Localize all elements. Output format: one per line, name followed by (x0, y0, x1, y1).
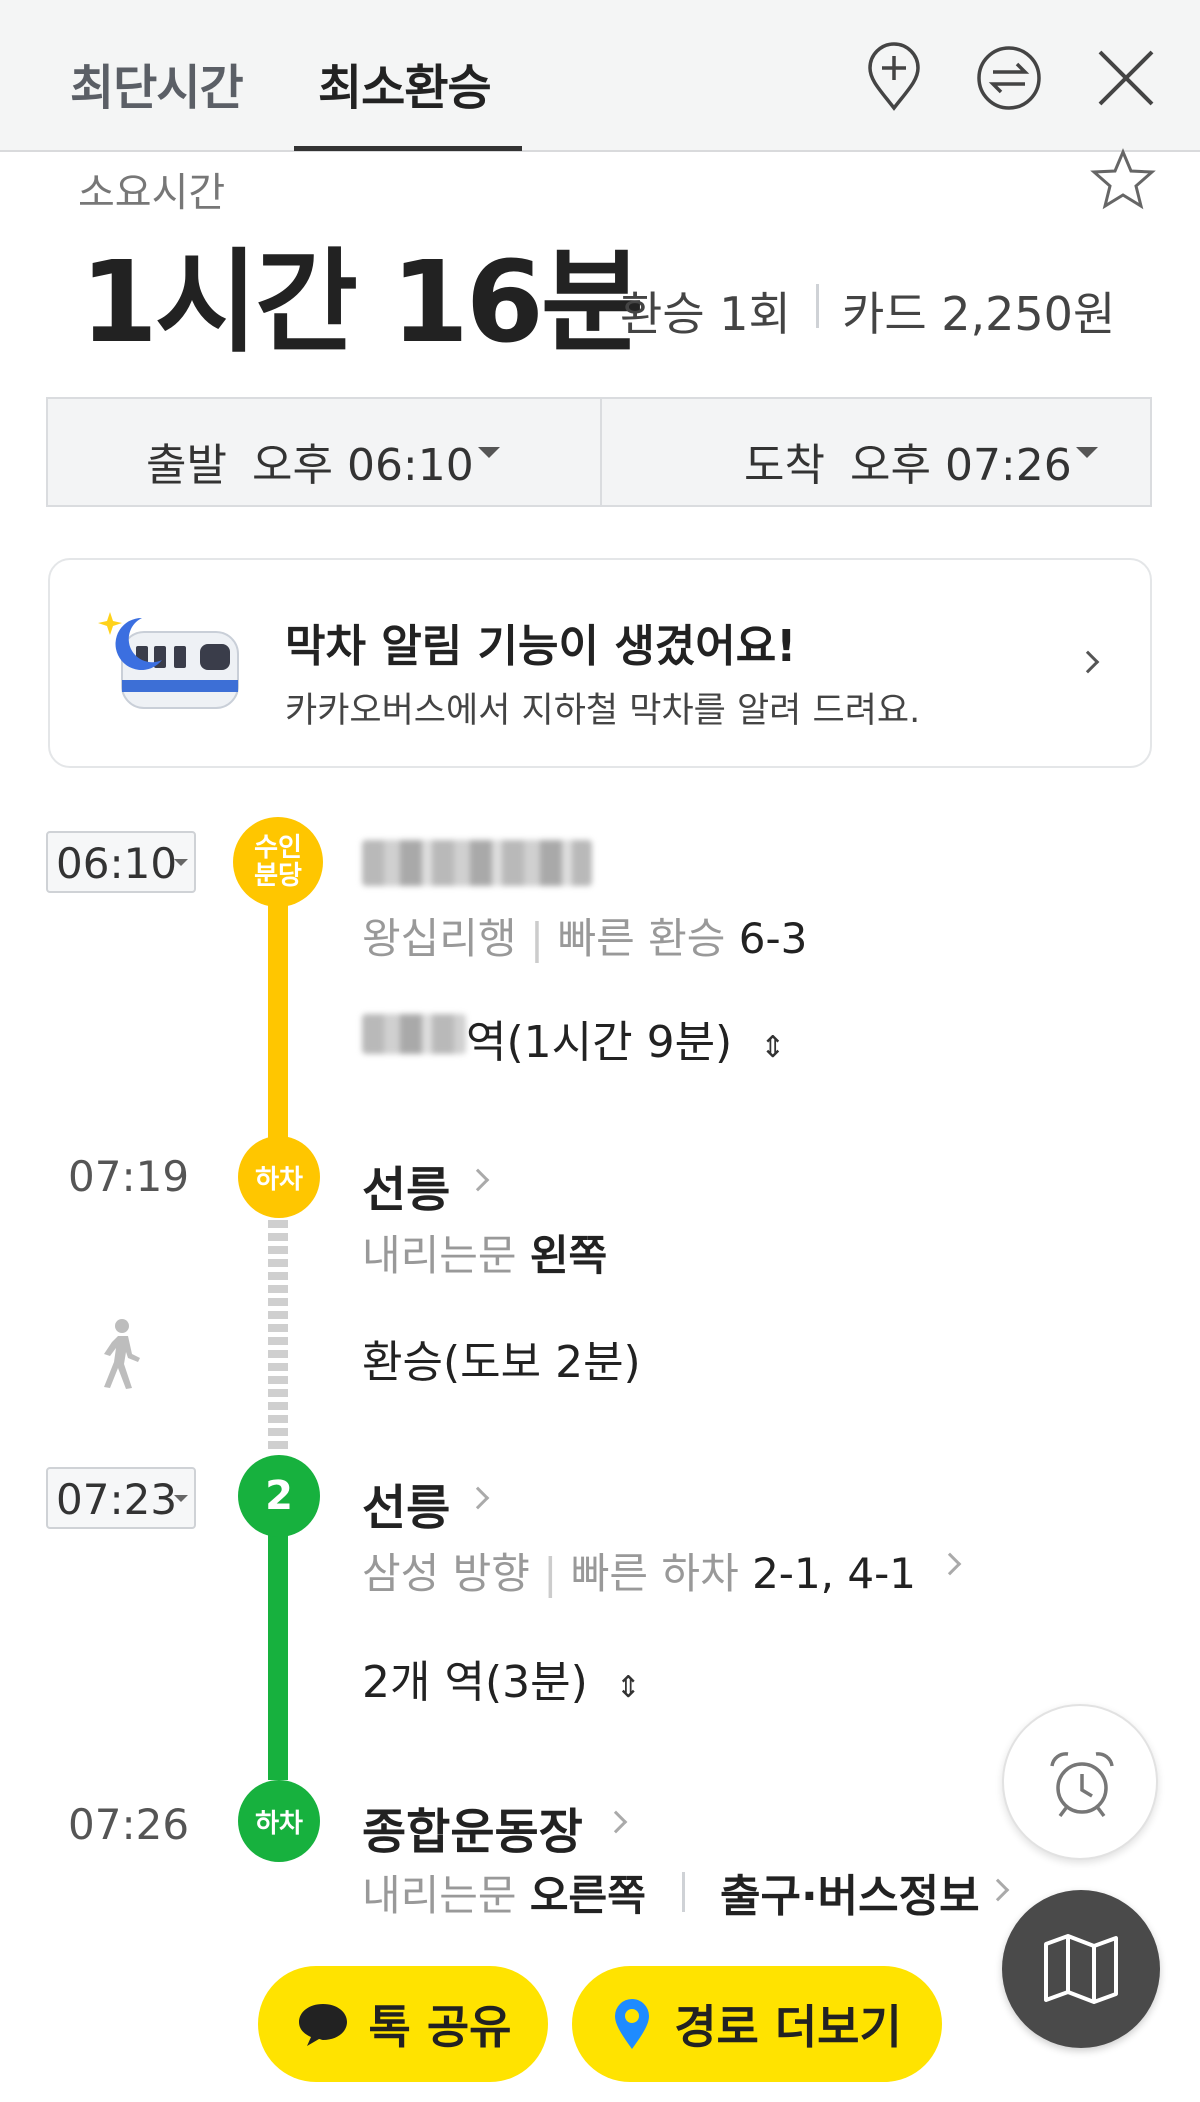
door-label: 내리는문 (362, 1231, 517, 1280)
leg2-time-tag[interactable]: 07:23 (46, 1467, 196, 1529)
chevron-right-icon (986, 1878, 1010, 1902)
location-pin-icon (615, 1999, 650, 2049)
fare: 카드 2,250원 (842, 287, 1116, 341)
leg2-stops-toggle[interactable]: 2개 역(3분) ⇕ (362, 1646, 641, 1710)
swap-icon[interactable] (973, 42, 1045, 114)
leg2-time: 07:23 (56, 1475, 178, 1524)
chevron-right-icon (938, 1552, 962, 1576)
destination-station-name[interactable]: 종합운동장 (362, 1792, 583, 1862)
map-icon (1044, 1934, 1118, 2004)
divider (816, 284, 819, 328)
leg1-direction-line: 왕십리행 | 빠른 환승 6-3 (362, 905, 807, 966)
alight1-door-info: 내리는문 왼쪽 (362, 1222, 607, 1283)
map-button[interactable] (1002, 1890, 1160, 2048)
line-segment-suin (268, 870, 288, 1140)
exit-bus-info-link[interactable]: 출구·버스정보 (720, 1860, 980, 1924)
arrival-time: 07:26 (68, 1800, 190, 1849)
chevron-right-icon (466, 1486, 490, 1510)
arrive-label: 도착 (744, 440, 825, 491)
fast-exit-value: 2-1, 4-1 (752, 1549, 916, 1598)
chevron-right-icon (466, 1168, 490, 1192)
boarding-station-name[interactable]: 선릉 (362, 1468, 450, 1538)
close-icon[interactable] (1090, 42, 1162, 114)
alarm-button[interactable] (1002, 1704, 1158, 1860)
line-badge-2: 2 (238, 1455, 320, 1537)
direction: 삼성 방향 (362, 1549, 530, 1598)
expand-icon: ⇕ (615, 1670, 641, 1705)
door-value: 오른쪽 (529, 1871, 646, 1920)
alight2-door-info: 내리는문 오른쪽 (362, 1862, 646, 1923)
transfer-station-name[interactable]: 선릉 (362, 1150, 450, 1220)
expand-icon: ⇕ (760, 1030, 786, 1065)
header-bar: 최단시간 최소환승 (0, 0, 1200, 152)
chevron-down-icon (174, 1495, 188, 1502)
departure-time-tag[interactable]: 06:10 (46, 831, 196, 893)
chevron-right-icon (604, 1810, 628, 1834)
chevron-down-icon (478, 447, 500, 458)
departure-time: 06:10 (56, 839, 178, 888)
arrive-time-select[interactable]: 도착 오후 07:26 (602, 399, 1153, 505)
speech-bubble-icon (298, 2004, 347, 2046)
share-label: 톡 공유 (368, 2000, 512, 2054)
tab-min-transfer[interactable]: 최소환승 (318, 48, 492, 118)
last-train-banner[interactable]: 막차 알림 기능이 생겼어요! 카카오버스에서 지하철 막차를 알려 드려요. (48, 558, 1152, 768)
arrive-time: 오후 07:26 (850, 440, 1072, 491)
alarm-clock-icon (1050, 1752, 1114, 1818)
line-segment-2 (268, 1530, 288, 1780)
talk-share-button[interactable]: 톡 공유 (258, 1966, 548, 2082)
time-selector: 출발 오후 06:10 도착 오후 07:26 (46, 397, 1152, 507)
depart-time: 오후 06:10 (252, 440, 474, 491)
transfer-count: 환승 1회 (620, 287, 791, 341)
divider: | (543, 1549, 558, 1598)
night-train-icon (98, 612, 239, 709)
more-routes-button[interactable]: 경로 더보기 (572, 1966, 942, 2082)
door-value: 왼쪽 (529, 1231, 608, 1280)
banner-subtitle: 카카오버스에서 지하철 막차를 알려 드려요. (285, 691, 921, 731)
divider: | (529, 914, 545, 963)
duration-label: 소요시간 (78, 170, 226, 216)
chevron-down-icon (174, 859, 188, 866)
chevron-down-icon (1076, 447, 1098, 458)
more-routes-label: 경로 더보기 (674, 2000, 902, 2054)
depart-time-select[interactable]: 출발 오후 06:10 (48, 399, 599, 505)
banner-title: 막차 알림 기능이 생겼어요! (285, 621, 797, 672)
fast-exit-label: 빠른 하차 (570, 1549, 739, 1598)
fast-transfer-value: 6-3 (738, 914, 808, 963)
walk-segment (268, 1220, 288, 1450)
active-tab-indicator (294, 146, 522, 151)
alight-badge: 하차 (238, 1136, 320, 1218)
alight-badge: 하차 (238, 1780, 320, 1862)
favorite-star-icon[interactable] (1090, 148, 1156, 210)
walking-person-icon (104, 1319, 140, 1389)
line-badge-suin: 수인 분당 (233, 817, 323, 907)
redacted-station-name (362, 840, 592, 886)
leg2-direction-line[interactable]: 삼성 방향 | 빠른 하차 2-1, 4-1 (362, 1540, 916, 1601)
tab-shortest-time[interactable]: 최단시간 (70, 48, 244, 118)
door-label: 내리는문 (362, 1871, 517, 1920)
add-location-icon[interactable] (858, 42, 930, 114)
direction: 왕십리행 (362, 914, 517, 963)
depart-label: 출발 (146, 440, 227, 491)
total-duration: 1시간 16분 (80, 238, 644, 368)
stops-duration: 역(1시간 9분) (466, 1017, 733, 1068)
leg1-stops-toggle[interactable]: 역(1시간 9분) ⇕ (466, 1006, 785, 1070)
chevron-right-icon (1076, 650, 1100, 674)
alight-time: 07:19 (68, 1152, 190, 1201)
walk-transfer-text: 환승(도보 2분) (362, 1337, 641, 1388)
redacted-stop-count (362, 1014, 466, 1054)
stops-duration: 2개 역(3분) (362, 1657, 588, 1708)
fast-transfer-label: 빠른 환승 (557, 914, 726, 963)
divider (682, 1872, 685, 1912)
